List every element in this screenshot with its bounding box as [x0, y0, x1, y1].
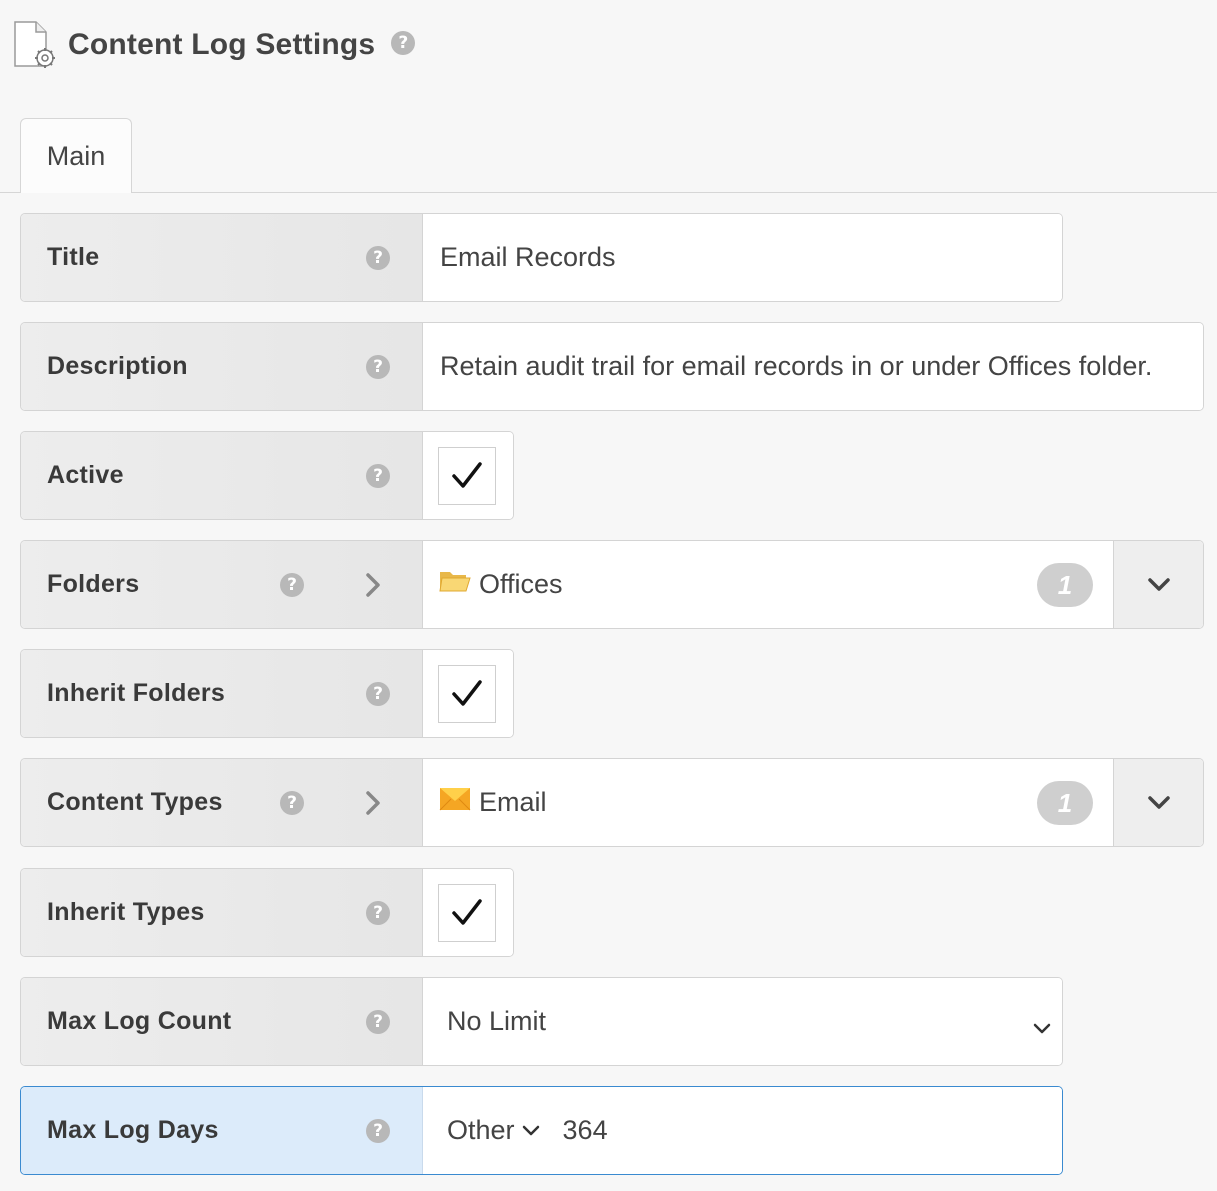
help-icon[interactable]: ? — [391, 31, 416, 55]
inherit-types-checkbox[interactable] — [438, 883, 496, 942]
days-unit-select[interactable]: Other — [423, 1115, 541, 1146]
help-icon[interactable]: ? — [366, 463, 390, 488]
inherit-folders-checkbox[interactable] — [438, 664, 496, 723]
field-label-text: Description — [47, 352, 188, 380]
field-label-text: Folders — [47, 570, 140, 598]
field-label-text: Inherit Folders — [47, 679, 226, 707]
count-badge: 1 — [1037, 781, 1093, 825]
field-label: Max Log Count ? — [21, 978, 423, 1065]
help-icon[interactable]: ? — [280, 572, 304, 597]
folder-icon — [439, 568, 471, 601]
content-types-picker[interactable]: Email 1 — [423, 759, 1203, 846]
settings-page-icon — [12, 20, 56, 70]
field-title: Title ? Email Records — [20, 213, 1063, 302]
chevron-down-icon — [1032, 1012, 1052, 1043]
description-value: Retain audit trail for email records in … — [440, 351, 1153, 381]
field-value — [423, 869, 513, 956]
email-icon — [439, 786, 471, 819]
field-value — [423, 650, 513, 737]
folder-item[interactable]: Offices — [423, 568, 563, 601]
field-value: Other 364 — [423, 1087, 1062, 1174]
field-label: Active ? — [21, 432, 423, 519]
field-max-log-count: Max Log Count ? No Limit — [20, 977, 1063, 1066]
chevron-right-icon[interactable] — [364, 571, 382, 604]
select-value: No Limit — [447, 1006, 547, 1036]
field-label: Title ? — [21, 214, 423, 301]
field-folders: Folders ? Offices 1 — [20, 540, 1204, 629]
description-input[interactable]: Retain audit trail for email records in … — [423, 323, 1203, 410]
field-label-text: Max Log Days — [47, 1116, 219, 1144]
content-type-item[interactable]: Email — [423, 786, 547, 819]
chevron-down-icon — [1147, 795, 1170, 809]
field-active: Active ? — [20, 431, 514, 520]
field-label: Content Types ? — [21, 759, 423, 846]
help-icon[interactable]: ? — [366, 681, 390, 706]
active-checkbox[interactable] — [438, 446, 496, 505]
chevron-right-icon[interactable] — [364, 789, 382, 822]
title-input[interactable]: Email Records — [423, 214, 1062, 301]
tab-bar: Main — [0, 118, 1217, 193]
max-log-days-input[interactable]: 364 — [563, 1115, 608, 1146]
page-title: Content Log Settings — [68, 28, 376, 61]
help-icon[interactable]: ? — [366, 1118, 390, 1143]
folder-name: Offices — [479, 569, 563, 599]
content-type-name: Email — [479, 787, 547, 817]
max-log-count-select[interactable]: No Limit — [423, 978, 1062, 1065]
field-content-types: Content Types ? Email 1 — [20, 758, 1204, 847]
field-description: Description ? Retain audit trail for ema… — [20, 322, 1204, 411]
folders-picker[interactable]: Offices 1 — [423, 541, 1203, 628]
folders-dropdown-button[interactable] — [1113, 541, 1203, 628]
checkmark-icon — [452, 898, 482, 925]
unit-value: Other — [447, 1115, 515, 1145]
content-types-dropdown-button[interactable] — [1113, 759, 1203, 846]
field-label-text: Max Log Count — [47, 1007, 232, 1035]
field-label: Inherit Types ? — [21, 869, 423, 956]
tab-label: Main — [46, 140, 106, 171]
field-label-text: Inherit Types — [47, 898, 205, 926]
field-label: Description ? — [21, 323, 423, 410]
help-icon[interactable]: ? — [366, 354, 390, 379]
field-inherit-types: Inherit Types ? — [20, 868, 514, 957]
checkmark-icon — [452, 461, 482, 488]
field-label: Folders ? — [21, 541, 423, 628]
field-label-text: Active — [47, 461, 124, 489]
field-value — [423, 432, 513, 519]
field-label: Inherit Folders ? — [21, 650, 423, 737]
page-header: Content Log Settings ? — [12, 20, 416, 70]
field-label: Max Log Days ? — [21, 1087, 423, 1174]
help-icon[interactable]: ? — [366, 1009, 390, 1034]
title-value: Email Records — [440, 242, 616, 272]
help-icon[interactable]: ? — [366, 245, 390, 270]
help-icon[interactable]: ? — [280, 790, 304, 815]
chevron-down-icon — [522, 1125, 539, 1135]
field-inherit-folders: Inherit Folders ? — [20, 649, 514, 738]
count-badge: 1 — [1037, 563, 1093, 607]
field-label-text: Content Types — [47, 788, 223, 816]
checkmark-icon — [452, 679, 482, 706]
field-label-text: Title — [47, 243, 100, 271]
chevron-down-icon — [1147, 577, 1170, 591]
tab-main[interactable]: Main — [20, 118, 132, 193]
help-icon[interactable]: ? — [366, 900, 390, 925]
field-max-log-days: Max Log Days ? Other 364 — [20, 1086, 1063, 1175]
